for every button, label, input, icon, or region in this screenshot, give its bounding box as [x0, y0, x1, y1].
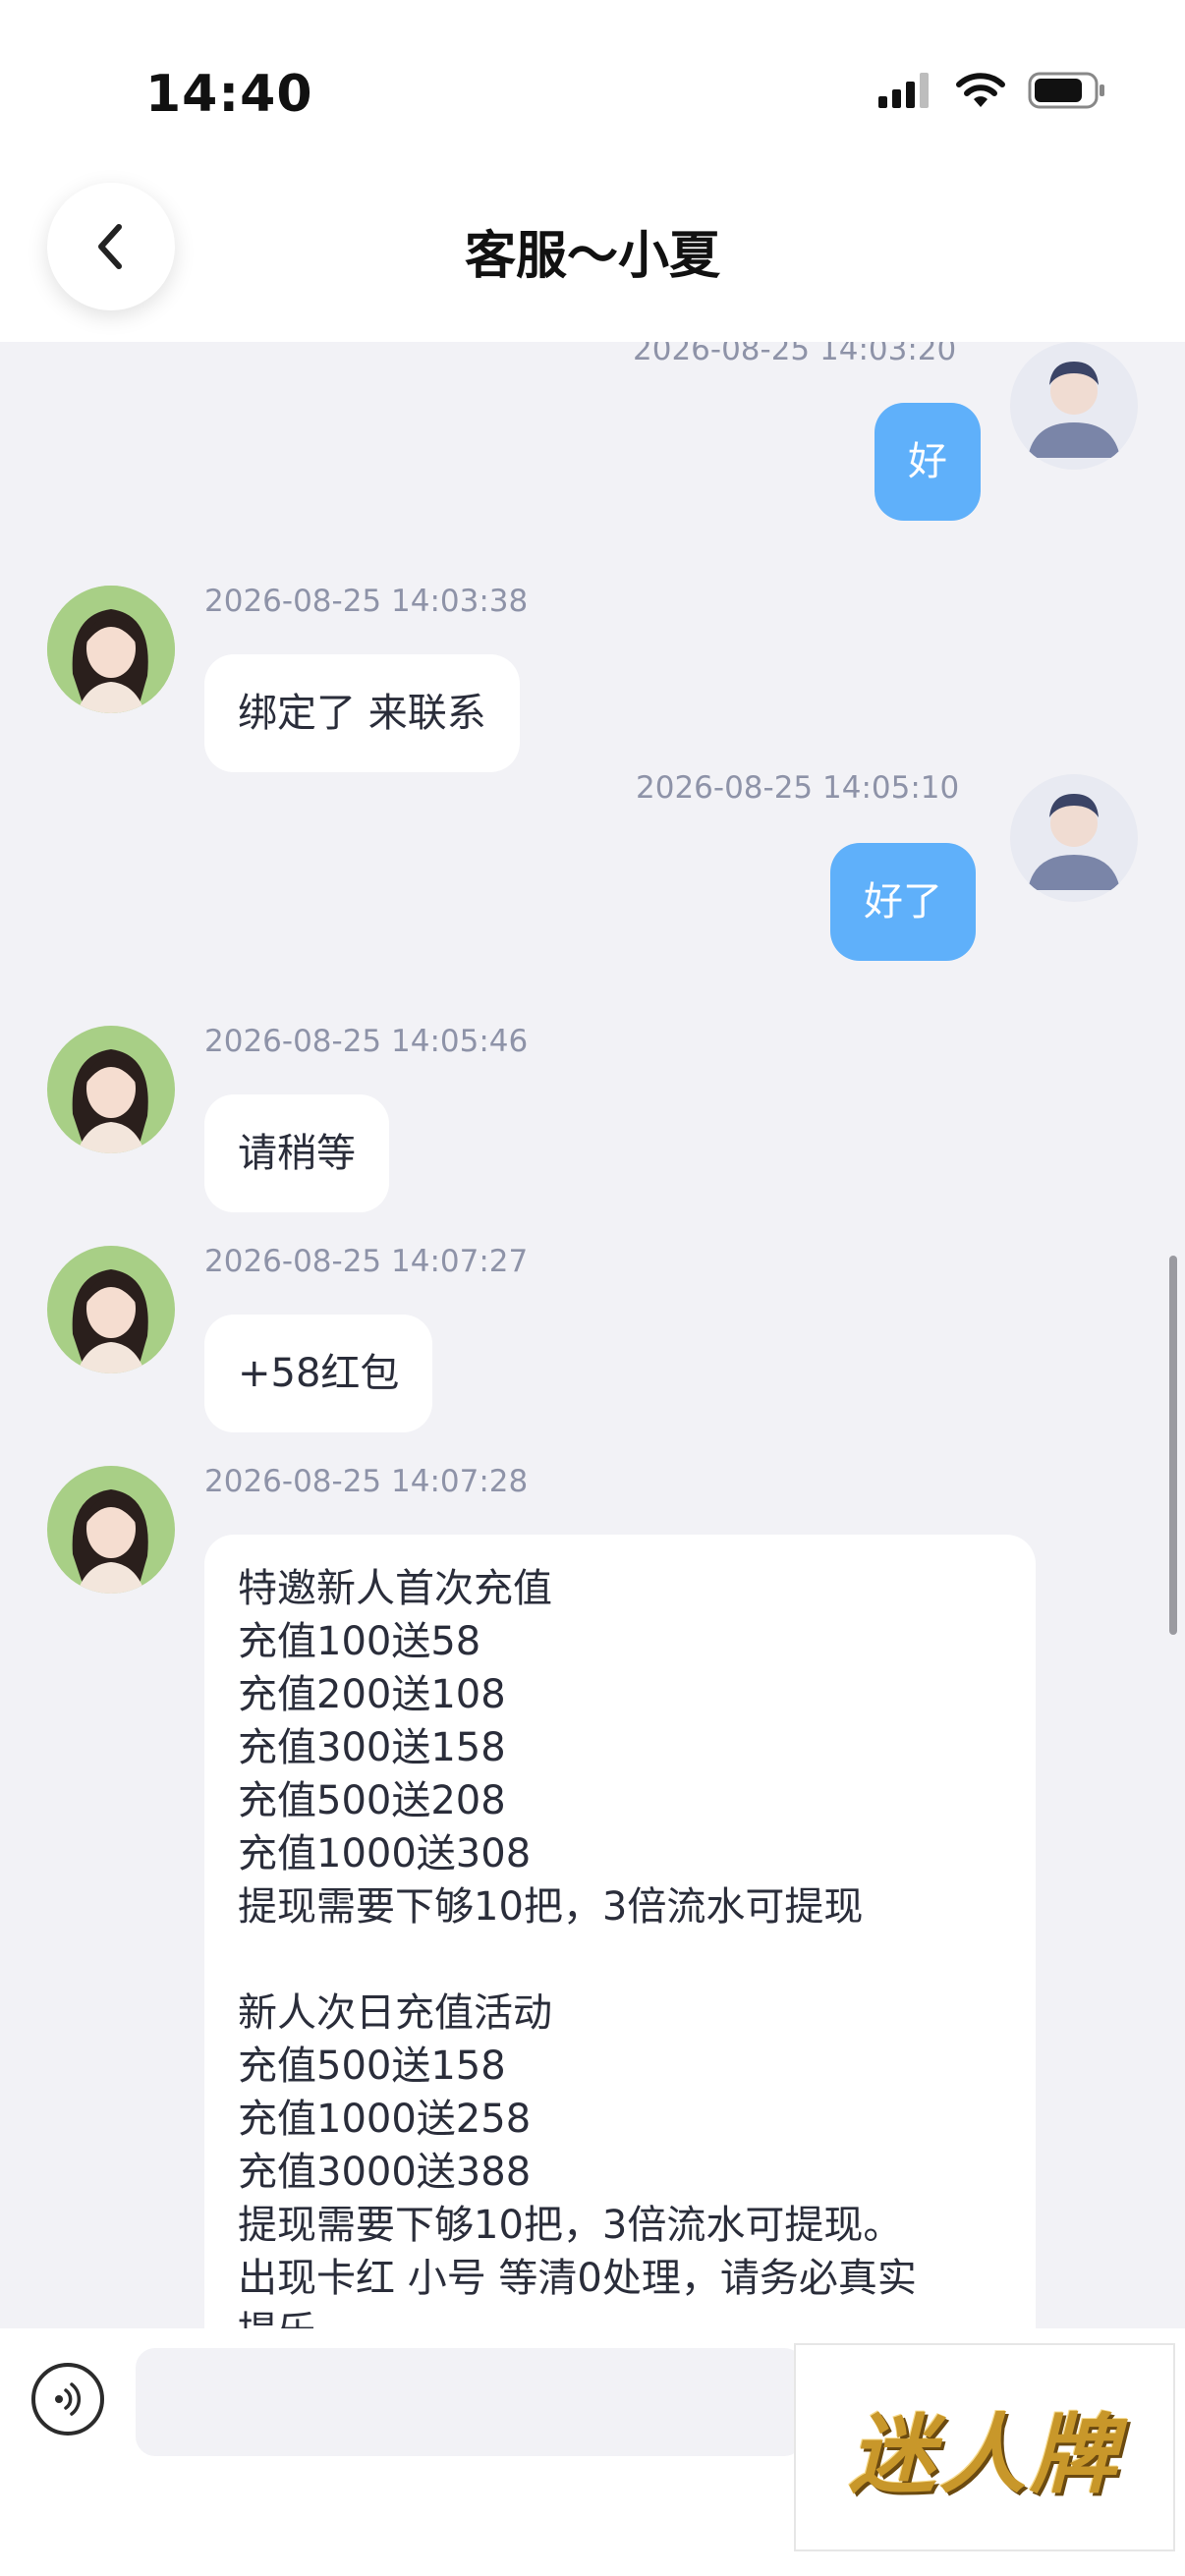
- agent-avatar[interactable]: [47, 1246, 175, 1373]
- battery-icon: [1028, 72, 1104, 109]
- message-bubble[interactable]: 好了: [830, 843, 976, 961]
- message-bubble[interactable]: 好: [875, 403, 981, 521]
- message-timestamp: 2026-08-25 14:07:27: [204, 1244, 529, 1279]
- header: 客服～小夏: [0, 138, 1185, 342]
- status-time: 14:40: [145, 65, 313, 124]
- chat-message-list[interactable]: 2026-08-25 14:03:20 好 2026-08-25 14:03:3…: [0, 342, 1185, 2328]
- cellular-signal-icon: [878, 73, 929, 108]
- agent-avatar[interactable]: [47, 1026, 175, 1153]
- agent-avatar[interactable]: [47, 1466, 175, 1594]
- message-timestamp: 2026-08-25 14:03:20: [633, 342, 957, 367]
- voice-icon: [55, 2382, 82, 2416]
- scrollbar[interactable]: [1169, 1256, 1177, 1635]
- message-bubble[interactable]: 绑定了 来联系: [204, 654, 520, 772]
- wifi-icon: [956, 73, 1005, 107]
- status-bar: 14:40: [0, 0, 1185, 138]
- agent-avatar[interactable]: [47, 586, 175, 713]
- logo-text: 迷人牌: [848, 2403, 1120, 2505]
- message-bubble[interactable]: 特邀新人首次充值 充值100送58 充值200送108 充值300送158 充值…: [204, 1535, 1036, 2328]
- message-bubble[interactable]: +58红包: [204, 1315, 433, 1432]
- message-timestamp: 2026-08-25 14:03:38: [204, 584, 529, 619]
- user-avatar: [1010, 342, 1138, 470]
- voice-input-button[interactable]: [31, 2363, 104, 2436]
- watermark-logo: 迷人牌: [794, 2343, 1175, 2551]
- message-input[interactable]: [136, 2348, 804, 2456]
- input-bar: 迷人牌: [0, 2328, 1185, 2576]
- message-timestamp: 2026-08-25 14:05:46: [204, 1024, 529, 1059]
- status-icons: [878, 71, 1106, 110]
- message-bubble[interactable]: 请稍等: [204, 1094, 389, 1212]
- message-timestamp: 2026-08-25 14:05:10: [636, 770, 960, 806]
- user-avatar: [1010, 774, 1138, 902]
- page-title: 客服～小夏: [464, 227, 720, 286]
- message-timestamp: 2026-08-25 14:07:28: [204, 1464, 529, 1499]
